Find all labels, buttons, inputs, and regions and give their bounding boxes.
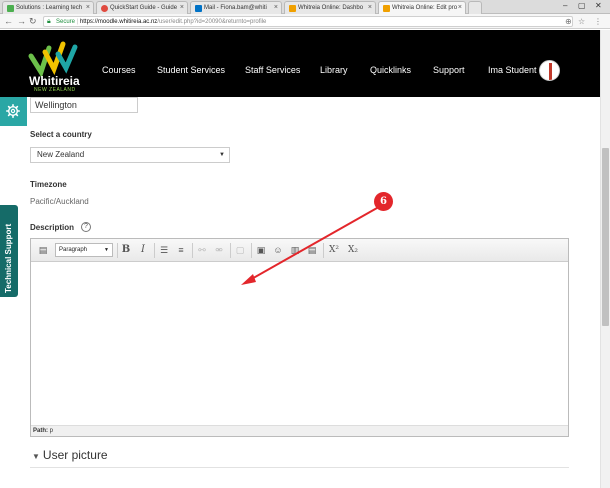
page-scrollbar[interactable] [600,30,610,488]
scrollbar-thumb[interactable] [602,148,609,326]
annotation-number-badge: 6 [374,192,393,211]
annotation-arrow [241,207,378,285]
